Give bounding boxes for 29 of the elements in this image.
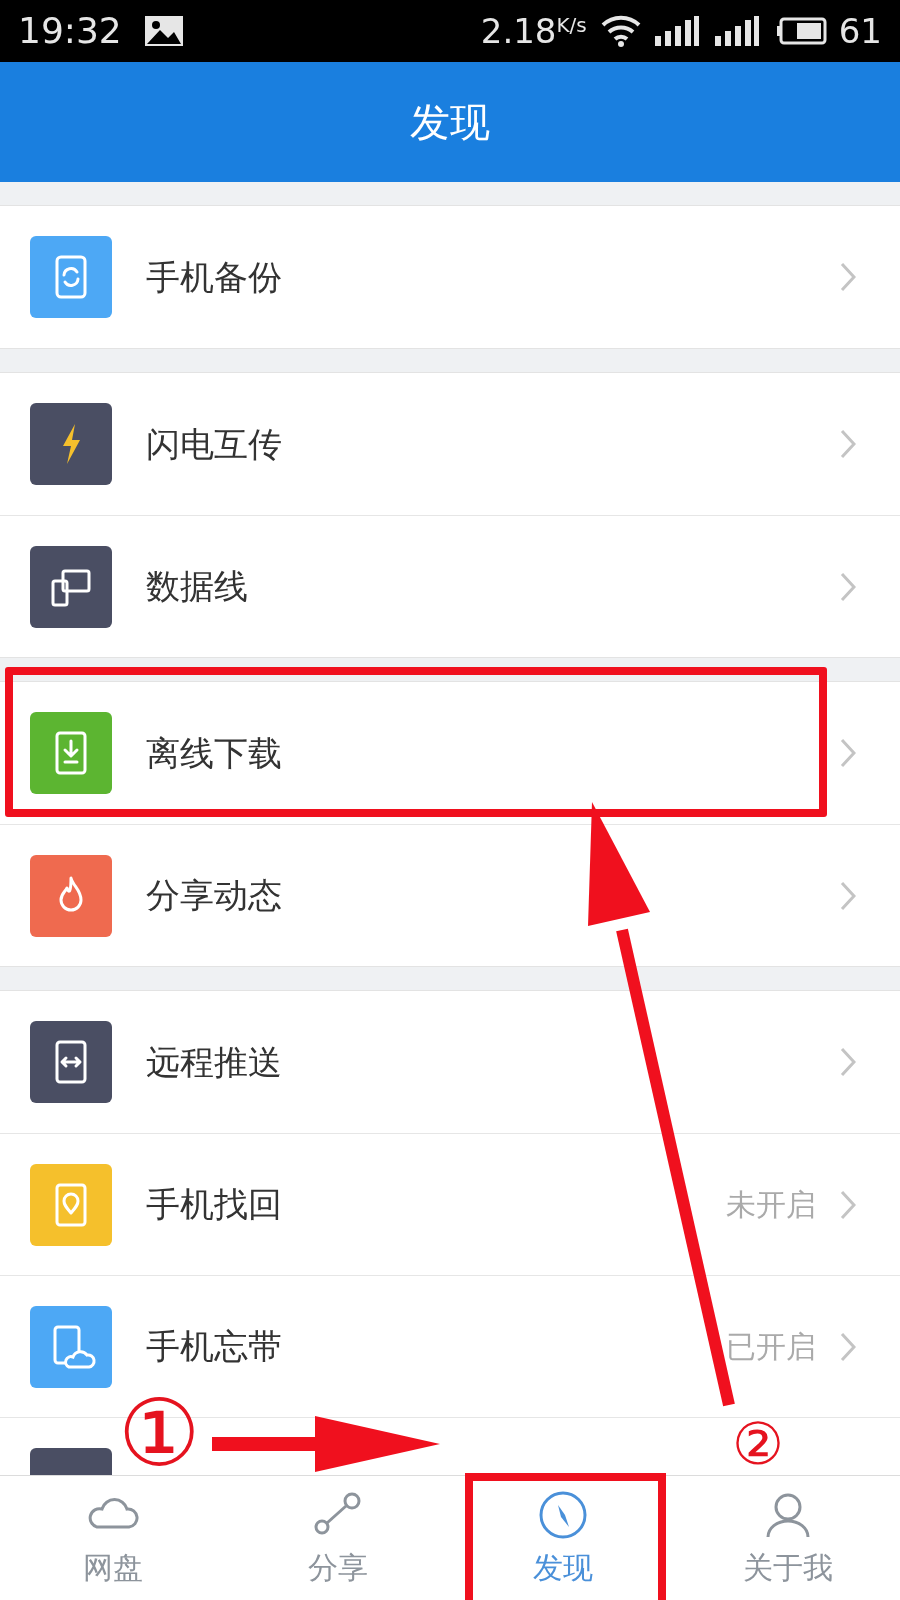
image-icon (143, 15, 184, 47)
chevron-right-icon (840, 1047, 856, 1077)
item-label: 手机找回 (146, 1183, 282, 1226)
step-number: ② (732, 1415, 784, 1473)
status-text: 已开启 (726, 1328, 816, 1366)
item-label: 离线下载 (146, 731, 282, 775)
item-label: 手机备份 (146, 255, 282, 299)
network-speed: 2.18 (480, 9, 557, 53)
item-label: 数据线 (146, 565, 248, 608)
page-title: 发现 (410, 98, 490, 147)
chevron-right-icon (840, 1189, 856, 1220)
chevron-right-icon (840, 880, 856, 911)
signal-icon (714, 16, 759, 46)
signal-icon (654, 16, 699, 46)
speed-unit: K/s (556, 12, 587, 39)
status-text: 未开启 (726, 1186, 816, 1224)
item-label: 闪电互传 (146, 422, 282, 466)
clock-time: 19:32 (18, 9, 122, 53)
battery-icon (776, 17, 827, 45)
item-label: 分享动态 (146, 874, 282, 917)
chevron-right-icon (840, 429, 856, 459)
chevron-right-icon (840, 262, 856, 292)
item-label: 远程推送 (146, 1040, 282, 1084)
item-label: 手机忘带 (146, 1325, 282, 1368)
battery-level: 61 (838, 9, 882, 53)
chevron-right-icon (840, 738, 856, 768)
chevron-right-icon (840, 1331, 856, 1362)
chevron-right-icon (840, 571, 856, 602)
wifi-icon (600, 15, 641, 47)
